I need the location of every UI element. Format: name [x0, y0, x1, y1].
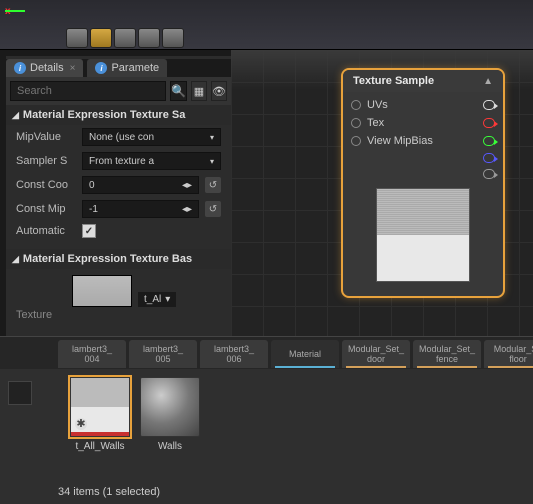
node-texture-preview — [376, 188, 470, 282]
section-material-expression-sample[interactable]: ◢ Material Expression Texture Sa — [6, 105, 231, 125]
section-material-expression-base[interactable]: ◢ Material Expression Texture Bas — [6, 249, 231, 269]
shape-cylinder-icon[interactable] — [66, 28, 88, 48]
browser-tab-lambert-004[interactable]: lambert3_004 — [58, 340, 126, 368]
constmip-input[interactable]: -1◂▸ — [82, 200, 199, 218]
browser-tab-lambert-005[interactable]: lambert3_005 — [129, 340, 197, 368]
shape-plane-icon[interactable] — [114, 28, 136, 48]
browser-tab-strip[interactable]: lambert3_004 lambert3_005 lambert3_006 M… — [0, 337, 533, 369]
close-icon[interactable]: × — [70, 63, 76, 74]
shape-toolbar — [66, 28, 184, 48]
axis-gizmo: x — [5, 5, 35, 25]
prop-label-mipvalue: MipValue — [16, 131, 76, 143]
prop-label-sampler: Sampler S — [16, 155, 76, 167]
pin-label: Tex — [367, 117, 384, 129]
info-icon: i — [14, 62, 26, 74]
asset-modified-icon: ✱ — [75, 418, 87, 430]
status-text: 34 items (1 selected) — [58, 486, 160, 498]
filter-button[interactable] — [8, 381, 32, 405]
prop-label-constmip: Const Mip — [16, 203, 76, 215]
content-browser: lambert3_004 lambert3_005 lambert3_006 M… — [0, 336, 533, 504]
tab-parameters[interactable]: i Paramete — [87, 59, 167, 77]
pin-out-b[interactable] — [483, 153, 495, 163]
constcoord-input[interactable]: 0◂▸ — [82, 176, 199, 194]
texture-dropdown[interactable]: t_Al▾ — [138, 292, 176, 307]
pin-out-r[interactable] — [483, 118, 495, 128]
reset-icon[interactable]: ↺ — [205, 177, 221, 193]
chevron-down-icon: ◢ — [12, 254, 19, 265]
mipvalue-dropdown[interactable]: None (use con▾ — [82, 128, 221, 146]
pin-out-g[interactable] — [483, 136, 495, 146]
prop-label-texture: Texture — [16, 309, 76, 321]
node-header[interactable]: Texture Sample ▲ — [343, 70, 503, 92]
asset-material-thumb[interactable] — [140, 377, 200, 437]
asset-item[interactable]: ✱ t_All_Walls — [68, 377, 132, 452]
chevron-down-icon: ◢ — [12, 110, 19, 121]
info-icon: i — [95, 62, 107, 74]
tab-label: Paramete — [111, 62, 159, 74]
pin-in-tex[interactable] — [351, 118, 361, 128]
pin-label: View MipBias — [367, 135, 433, 147]
asset-item[interactable]: Walls — [138, 377, 202, 452]
details-panel: i Details × i Paramete 🔍 ▦ 👁 ◢ Material … — [6, 56, 231, 336]
shape-sphere-icon[interactable] — [90, 28, 112, 48]
browser-tab-modular-fence[interactable]: Modular_Set_fence — [413, 340, 481, 368]
asset-texture-thumb[interactable]: ✱ — [70, 377, 130, 437]
tab-details[interactable]: i Details × — [6, 59, 83, 77]
pin-in-uvs[interactable] — [351, 100, 361, 110]
shape-custom-icon[interactable] — [162, 28, 184, 48]
browser-tab-material[interactable]: Material — [271, 340, 339, 368]
automatic-checkbox[interactable]: ✓ — [82, 224, 96, 238]
prop-label-constcoord: Const Coo — [16, 179, 76, 191]
search-icon[interactable]: 🔍 — [170, 81, 187, 101]
texture-preview-thumb[interactable] — [72, 275, 132, 307]
tab-label: Details — [30, 62, 64, 74]
viewport-3d[interactable]: x — [0, 0, 533, 50]
pin-in-mipbias[interactable] — [351, 136, 361, 146]
pin-out-rgb[interactable] — [483, 100, 495, 110]
reset-icon[interactable]: ↺ — [205, 201, 221, 217]
sampler-dropdown[interactable]: From texture a▾ — [82, 152, 221, 170]
eye-icon[interactable]: 👁 — [211, 81, 227, 101]
collapse-icon[interactable]: ▲ — [483, 76, 493, 87]
browser-tab-lambert-006[interactable]: lambert3_006 — [200, 340, 268, 368]
node-texture-sample[interactable]: Texture Sample ▲ UVs Tex View MipBias — [341, 68, 505, 298]
browser-tab-modular-door[interactable]: Modular_Set_door — [342, 340, 410, 368]
asset-label: t_All_Walls — [75, 441, 124, 452]
pin-label: UVs — [367, 99, 388, 111]
asset-label: Walls — [158, 441, 182, 452]
grid-view-icon[interactable]: ▦ — [191, 81, 207, 101]
browser-tab-modular-floor[interactable]: Modular_Sefloor — [484, 340, 533, 368]
prop-label-automatic: Automatic — [16, 225, 76, 237]
search-input[interactable] — [10, 81, 166, 101]
shape-cube-icon[interactable] — [138, 28, 160, 48]
pin-out-a[interactable] — [483, 169, 495, 179]
